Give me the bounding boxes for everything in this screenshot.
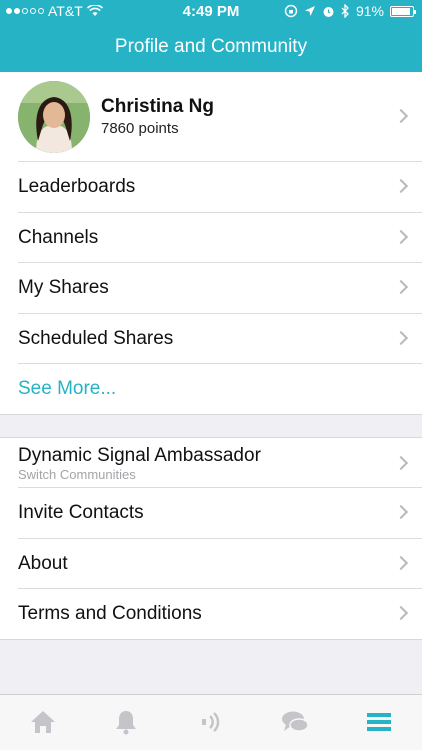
menu-item-scheduled-shares[interactable]: Scheduled Shares: [18, 314, 422, 364]
profile-points: 7860 points: [101, 120, 179, 137]
alarm-icon: [323, 6, 334, 17]
menu-item-channels[interactable]: Channels: [18, 213, 422, 263]
top-bar: AT&T 4:49 PM 91% Profile and Community: [0, 0, 422, 72]
chevron-right-icon: [393, 279, 409, 295]
bell-icon: [116, 711, 136, 735]
rotation-lock-icon: [284, 4, 298, 18]
home-icon: [31, 711, 55, 733]
tab-messages[interactable]: [280, 707, 310, 737]
community-sublabel: Switch Communities: [18, 467, 136, 482]
status-bar: AT&T 4:49 PM 91%: [0, 0, 422, 24]
page-title: Profile and Community: [114, 36, 308, 57]
battery-percent: 91%: [355, 3, 384, 19]
menu-item-label: Channels: [18, 227, 99, 248]
chevron-right-icon: [393, 504, 409, 520]
chevron-right-icon: [393, 330, 409, 346]
bluetooth-icon: [341, 4, 349, 18]
chevron-right-icon: [393, 455, 409, 471]
menu-item-label: About: [18, 553, 68, 574]
status-right: 91%: [284, 3, 416, 19]
see-more-label: See More...: [18, 378, 117, 399]
location-icon: [304, 6, 315, 16]
profile-name: Christina Ng: [101, 96, 214, 117]
menu-item-my-shares[interactable]: My Shares: [18, 263, 422, 314]
menu-item-label: Terms and Conditions: [18, 603, 202, 624]
chevron-right-icon: [393, 229, 409, 245]
switch-community-row[interactable]: Dynamic Signal Ambassador Switch Communi…: [18, 438, 422, 488]
signal-icon: [202, 712, 220, 732]
chevron-right-icon: [393, 108, 409, 124]
battery-icon: [390, 5, 416, 17]
menu-item-invite-contacts[interactable]: Invite Contacts: [18, 488, 422, 539]
menu-item-about[interactable]: About: [18, 539, 422, 589]
menu-item-label: Invite Contacts: [18, 502, 144, 523]
community-menu-group: Dynamic Signal Ambassador Switch Communi…: [0, 437, 422, 640]
menu-item-leaderboards[interactable]: Leaderboards: [18, 162, 422, 213]
profile-row[interactable]: Christina Ng 7860 points: [18, 72, 422, 162]
chevron-right-icon: [393, 605, 409, 621]
profile-menu-group: Christina Ng 7860 points Leaderboards Ch…: [0, 72, 422, 415]
menu-item-label: Leaderboards: [18, 176, 136, 197]
avatar: [18, 81, 90, 153]
tab-menu[interactable]: [364, 707, 394, 737]
chevron-right-icon: [393, 178, 409, 194]
tab-bar: [0, 694, 422, 750]
community-name: Dynamic Signal Ambassador: [18, 445, 261, 466]
see-more-link[interactable]: See More...: [18, 364, 422, 415]
menu-item-label: Scheduled Shares: [18, 328, 174, 349]
chevron-right-icon: [393, 555, 409, 571]
chat-icon: [282, 711, 309, 732]
menu-icon: [367, 713, 391, 731]
tab-notifications[interactable]: [111, 707, 141, 737]
tab-signal[interactable]: [196, 707, 226, 737]
menu-item-terms[interactable]: Terms and Conditions: [18, 589, 422, 640]
tab-home[interactable]: [28, 707, 58, 737]
menu-item-label: My Shares: [18, 277, 109, 298]
